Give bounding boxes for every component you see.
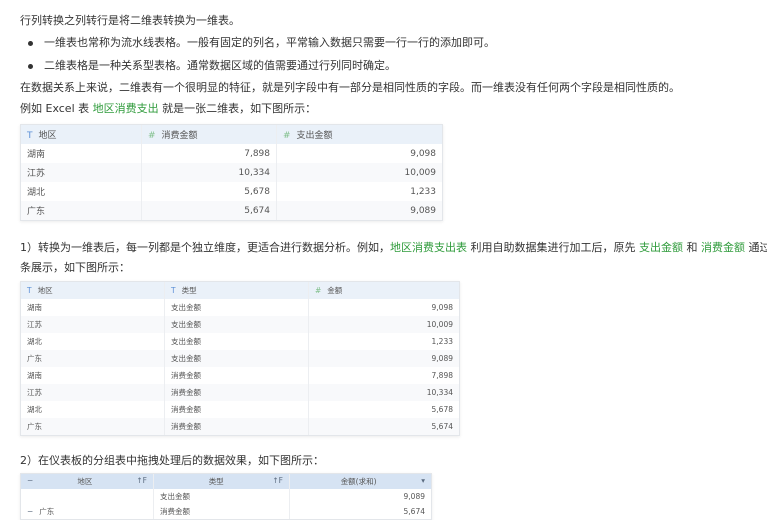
paragraph: 1）转换为一维表后，每一列都是个独立维度，更适合进行数据分析。例如，地区消费支出… [20, 241, 767, 254]
collapse-icon[interactable]: − [27, 476, 33, 485]
paragraph: 2）在仪表板的分组表中拖拽处理后的数据效果，如下图所示： [20, 454, 324, 467]
text-type-icon: T [171, 286, 176, 295]
table-header-row: T 地区 T 类型 # 金额 [21, 282, 459, 299]
table-row: 湖南 支出金额 9,098 [21, 299, 459, 316]
table-row: 湖南 7,898 9,098 [21, 144, 442, 163]
text-type-icon: T [27, 131, 33, 141]
sort-icon[interactable]: ↑F [272, 476, 283, 485]
table-header-row: T 地区 # 消费金额 # 支出金额 [21, 125, 442, 144]
table-row: 江苏 支出金额 10,009 [21, 316, 459, 333]
table-row: 湖北 5,678 1,233 [21, 182, 442, 201]
text-type-icon: T [27, 286, 32, 295]
column-header: T 地区 [21, 125, 142, 144]
number-type-icon: # [148, 131, 156, 141]
table-row: 湖北 消费金额 5,678 [21, 401, 459, 418]
table-name-link[interactable]: 地区消费支出表 [390, 241, 467, 254]
paragraph: 例如 Excel 表 地区消费支出 就是一张二维表，如下图所示： [20, 102, 317, 115]
table-header-row: − ↑F 地区 ↑F 类型 ▾ 金额(求和) [21, 474, 431, 489]
table-row: 江苏 消费金额 10,334 [21, 384, 459, 401]
table-row: 江苏 10,334 10,009 [21, 163, 442, 182]
number-type-icon: # [283, 131, 291, 141]
column-header: # 金额 [308, 282, 459, 299]
table-row: 湖北 支出金额 1,233 [21, 333, 459, 350]
bullet-item: 二维表格是一种关系型表格。通常数据区域的值需要通过行列同时确定。 [44, 59, 396, 72]
two-dim-table: T 地区 # 消费金额 # 支出金额 湖南 7,898 9,098 江苏 10,334 10,… [20, 124, 443, 221]
table-row: 广东 5,674 9,089 [21, 201, 442, 220]
chevron-down-icon[interactable]: ▾ [421, 476, 425, 485]
paragraph: 条展示，如下图所示： [20, 261, 130, 274]
column-header: # 消费金额 [141, 125, 277, 144]
column-header: T 类型 [164, 282, 309, 299]
table-row: 广东 消费金额 5,674 [21, 418, 459, 435]
number-type-icon: # [315, 286, 322, 295]
column-header: # 支出金额 [276, 125, 442, 144]
column-header[interactable]: − ↑F 地区 [21, 474, 154, 489]
bullet-dot [28, 64, 33, 69]
table-row: 广东 支出金额 9,089 [21, 350, 459, 367]
paragraph: 在数据关系上来说，二维表有一个很明显的特征，就是列字段中有一部分是相同性质的字段… [20, 81, 680, 94]
table-row: 支出金额 9,089 [21, 489, 431, 504]
grouped-table: − ↑F 地区 ↑F 类型 ▾ 金额(求和) 支出金额 9,089 − 广东 消费金… [20, 473, 432, 520]
column-header[interactable]: ▾ 金额(求和) [289, 474, 431, 489]
intro-text: 行列转换之列转行是将二维表转换为一维表。 [20, 14, 240, 27]
table-row: 湖南 消费金额 7,898 [21, 367, 459, 384]
field-name-link[interactable]: 支出金额 [639, 241, 683, 254]
one-dim-table: T 地区 T 类型 # 金额 湖南 支出金额 9,098 江苏 支出金额 10,009 湖北支… [20, 281, 460, 436]
bullet-item: 一维表也常称为流水线表格。一般有固定的列名，平常输入数据只需要一行一行的添加即可… [44, 36, 495, 49]
sort-icon[interactable]: ↑F [136, 476, 147, 485]
column-header[interactable]: ↑F 类型 [153, 474, 290, 489]
table-row: − 广东 消费金额 5,674 [21, 504, 431, 519]
column-header: T 地区 [21, 282, 165, 299]
table-name-link[interactable]: 地区消费支出 [93, 102, 159, 115]
bullet-dot [28, 41, 33, 46]
field-name-link[interactable]: 消费金额 [701, 241, 745, 254]
